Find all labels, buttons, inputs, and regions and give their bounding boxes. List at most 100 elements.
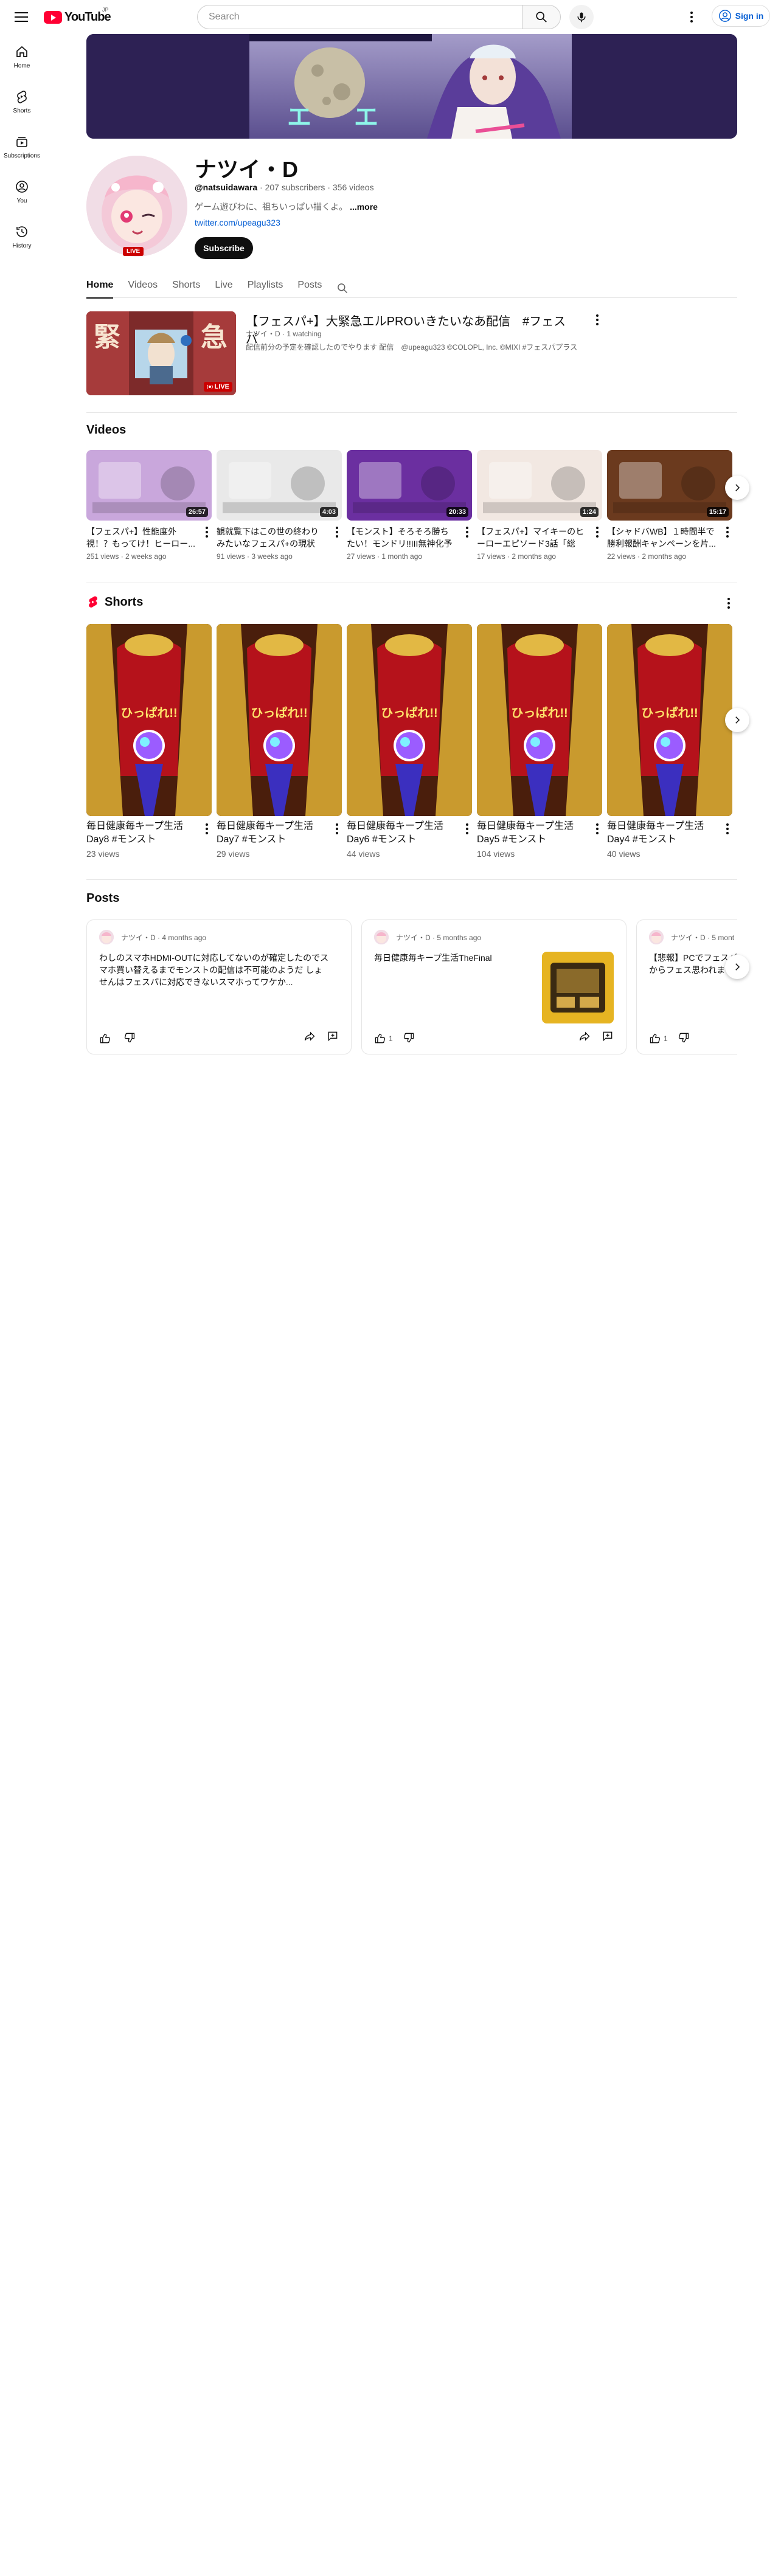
more-link[interactable]: ...more	[350, 202, 378, 212]
tab-search[interactable]	[336, 272, 349, 298]
short-thumbnail[interactable]: ひっぱれ!!	[347, 624, 472, 816]
comment-button[interactable]	[327, 1030, 339, 1045]
video-menu-icon[interactable]	[462, 525, 472, 539]
menu-icon[interactable]	[12, 9, 30, 26]
section-divider	[86, 412, 737, 413]
tab-shorts[interactable]: Shorts	[172, 272, 200, 298]
post-avatar[interactable]	[649, 930, 664, 944]
video-duration: 1:24	[580, 507, 599, 517]
tab-live[interactable]: Live	[215, 272, 232, 298]
tab-posts[interactable]: Posts	[297, 272, 322, 298]
post-author[interactable]: ナツイ・D	[121, 933, 156, 942]
short-thumbnail[interactable]: ひっぱれ!!	[477, 624, 602, 816]
sidebar-item-shorts[interactable]: Shorts	[0, 79, 44, 124]
video-menu-icon[interactable]	[202, 525, 212, 539]
sign-in-button[interactable]: Sign in	[712, 5, 770, 27]
posts-next-button[interactable]	[725, 955, 749, 979]
like-button[interactable]: 1	[374, 1033, 393, 1045]
share-button[interactable]	[578, 1030, 591, 1045]
youtube-logo[interactable]: YouTube JP	[44, 7, 111, 24]
video-thumbnail[interactable]: 1:24	[477, 450, 602, 521]
video-thumbnail[interactable]: 15:17	[607, 450, 732, 521]
post-card[interactable]: ナツイ・D · 5 months ago 毎日健康毎キープ生活TheFinal 1	[361, 919, 627, 1054]
video-title[interactable]: 【フェスパ+】性能度外視！？もってけ！ヒーロー...	[86, 525, 196, 550]
post-text[interactable]: わしのスマホHDMI-OUTに対応してないのが確定したのでスマホ買い替えるまでモ…	[99, 952, 330, 988]
video-menu-icon[interactable]	[723, 525, 732, 539]
featured-menu-icon[interactable]	[591, 313, 603, 327]
post-author[interactable]: ナツイ・D	[396, 933, 431, 942]
tab-home[interactable]: Home	[86, 272, 114, 299]
video-card[interactable]: 4:03 観就覧下はこの世の終わりみたいなフェスパ+の現状に... 91 views…	[217, 450, 342, 561]
dislike-button[interactable]	[123, 1031, 136, 1045]
short-menu-icon[interactable]	[462, 822, 472, 836]
dislike-button[interactable]	[678, 1031, 690, 1045]
short-card[interactable]: ひっぱれ!! 毎日健康毎キープ生活Day8 #モンスト 23 views	[86, 624, 212, 859]
tab-videos[interactable]: Videos	[128, 272, 158, 298]
short-title[interactable]: 毎日健康毎キープ生活Day7 #モンスト	[217, 820, 326, 847]
video-title[interactable]: 【シャドバWB】１時間半で勝利報酬キャンペーンを片...	[607, 525, 717, 550]
post-author[interactable]: ナツイ・D	[671, 933, 706, 942]
featured-channel[interactable]: ナツイ・D	[246, 330, 280, 338]
short-card[interactable]: ひっぱれ!! 毎日健康毎キープ生活Day5 #モンスト 104 views	[477, 624, 602, 859]
featured-thumbnail[interactable]: 緊 急 LIVE	[86, 311, 236, 395]
channel-link[interactable]: twitter.com/upeagu323	[195, 218, 280, 227]
short-menu-icon[interactable]	[723, 822, 732, 836]
voice-search-button[interactable]	[569, 5, 594, 29]
short-title[interactable]: 毎日健康毎キープ生活Day8 #モンスト	[86, 820, 196, 847]
post-avatar[interactable]	[99, 930, 114, 944]
short-menu-icon[interactable]	[202, 822, 212, 836]
short-menu-icon[interactable]	[592, 822, 602, 836]
post-text[interactable]: 【悲報】PCでフェスパコンのスペック終わってれなかったからフェス思われます	[649, 952, 737, 976]
short-thumbnail[interactable]: ひっぱれ!!	[607, 624, 732, 816]
video-title[interactable]: 【モンスト】そろそろ勝ちたい！モンドリ!!III無神化予想...	[347, 525, 456, 550]
sidebar-item-subscriptions[interactable]: Subscriptions	[0, 124, 44, 169]
channel-avatar[interactable]: LIVE	[86, 156, 187, 257]
comment-button[interactable]	[602, 1030, 614, 1045]
video-title[interactable]: 観就覧下はこの世の終わりみたいなフェスパ+の現状に...	[217, 525, 326, 550]
short-title[interactable]: 毎日健康毎キープ生活Day4 #モンスト	[607, 820, 717, 847]
post-card[interactable]: ナツイ・D · 4 months ago わしのスマホHDMI-OUTに対応してな…	[86, 919, 352, 1054]
short-card[interactable]: ひっぱれ!! 毎日健康毎キープ生活Day7 #モンスト 29 views	[217, 624, 342, 859]
dislike-button[interactable]	[403, 1031, 415, 1045]
like-button[interactable]: 1	[649, 1033, 668, 1045]
shorts-next-button[interactable]	[725, 708, 749, 732]
short-card[interactable]: ひっぱれ!! 毎日健康毎キープ生活Day4 #モンスト 40 views	[607, 624, 732, 859]
video-thumbnail[interactable]: 4:03	[217, 450, 342, 521]
short-thumbnail[interactable]: ひっぱれ!!	[86, 624, 212, 816]
post-avatar[interactable]	[374, 930, 389, 944]
search-input[interactable]	[197, 5, 522, 29]
post-image[interactable]	[542, 952, 614, 1023]
posts-section-title[interactable]: Posts	[86, 892, 119, 905]
post-text[interactable]: 毎日健康毎キープ生活TheFinal	[374, 952, 526, 964]
video-menu-icon[interactable]	[592, 525, 602, 539]
sidebar-item-history[interactable]: History	[0, 214, 44, 259]
short-title[interactable]: 毎日健康毎キープ生活Day6 #モンスト	[347, 820, 456, 847]
sidebar-item-you[interactable]: You	[0, 169, 44, 214]
video-thumbnail[interactable]: 20:33	[347, 450, 472, 521]
short-menu-icon[interactable]	[332, 822, 342, 836]
videos-next-button[interactable]	[725, 476, 749, 500]
share-button[interactable]	[304, 1030, 316, 1045]
video-menu-icon[interactable]	[332, 525, 342, 539]
search-button[interactable]	[522, 5, 561, 29]
like-button[interactable]	[99, 1033, 114, 1045]
channel-description[interactable]: ゲーム遊びわに、祖ちいっぱい描くよ。 ...more	[195, 201, 378, 213]
videos-section-title[interactable]: Videos	[86, 423, 126, 437]
video-thumbnail[interactable]: 26:57	[86, 450, 212, 521]
short-title[interactable]: 毎日健康毎キープ生活Day5 #モンスト	[477, 820, 586, 847]
short-card[interactable]: ひっぱれ!! 毎日健康毎キープ生活Day6 #モンスト 44 views	[347, 624, 472, 859]
shorts-section-title[interactable]: Shorts	[105, 595, 143, 609]
video-views: 91 views	[217, 552, 245, 561]
settings-menu-icon[interactable]	[682, 9, 701, 26]
video-card[interactable]: 1:24 【フェスパ+】マイキーのヒーローエピソード3話「総長... 17 view…	[477, 450, 602, 561]
post-card[interactable]: ナツイ・D · 5 mont 【悲報】PCでフェスパコンのスペック終わってれなかっ…	[636, 919, 737, 1054]
shorts-menu-icon[interactable]	[723, 596, 735, 611]
subscribe-button[interactable]: Subscribe	[195, 237, 253, 259]
tab-playlists[interactable]: Playlists	[248, 272, 283, 298]
video-card[interactable]: 26:57 【フェスパ+】性能度外視！？もってけ！ヒーロー... 251 views…	[86, 450, 212, 561]
sidebar-item-home[interactable]: Home	[0, 34, 44, 79]
video-card[interactable]: 20:33 【モンスト】そろそろ勝ちたい！モンドリ!!III無神化予想... 27 …	[347, 450, 472, 561]
short-thumbnail[interactable]: ひっぱれ!!	[217, 624, 342, 816]
video-card[interactable]: 15:17 【シャドバWB】１時間半で勝利報酬キャンペーンを片... 22 view…	[607, 450, 732, 561]
video-title[interactable]: 【フェスパ+】マイキーのヒーローエピソード3話「総長...	[477, 525, 586, 550]
